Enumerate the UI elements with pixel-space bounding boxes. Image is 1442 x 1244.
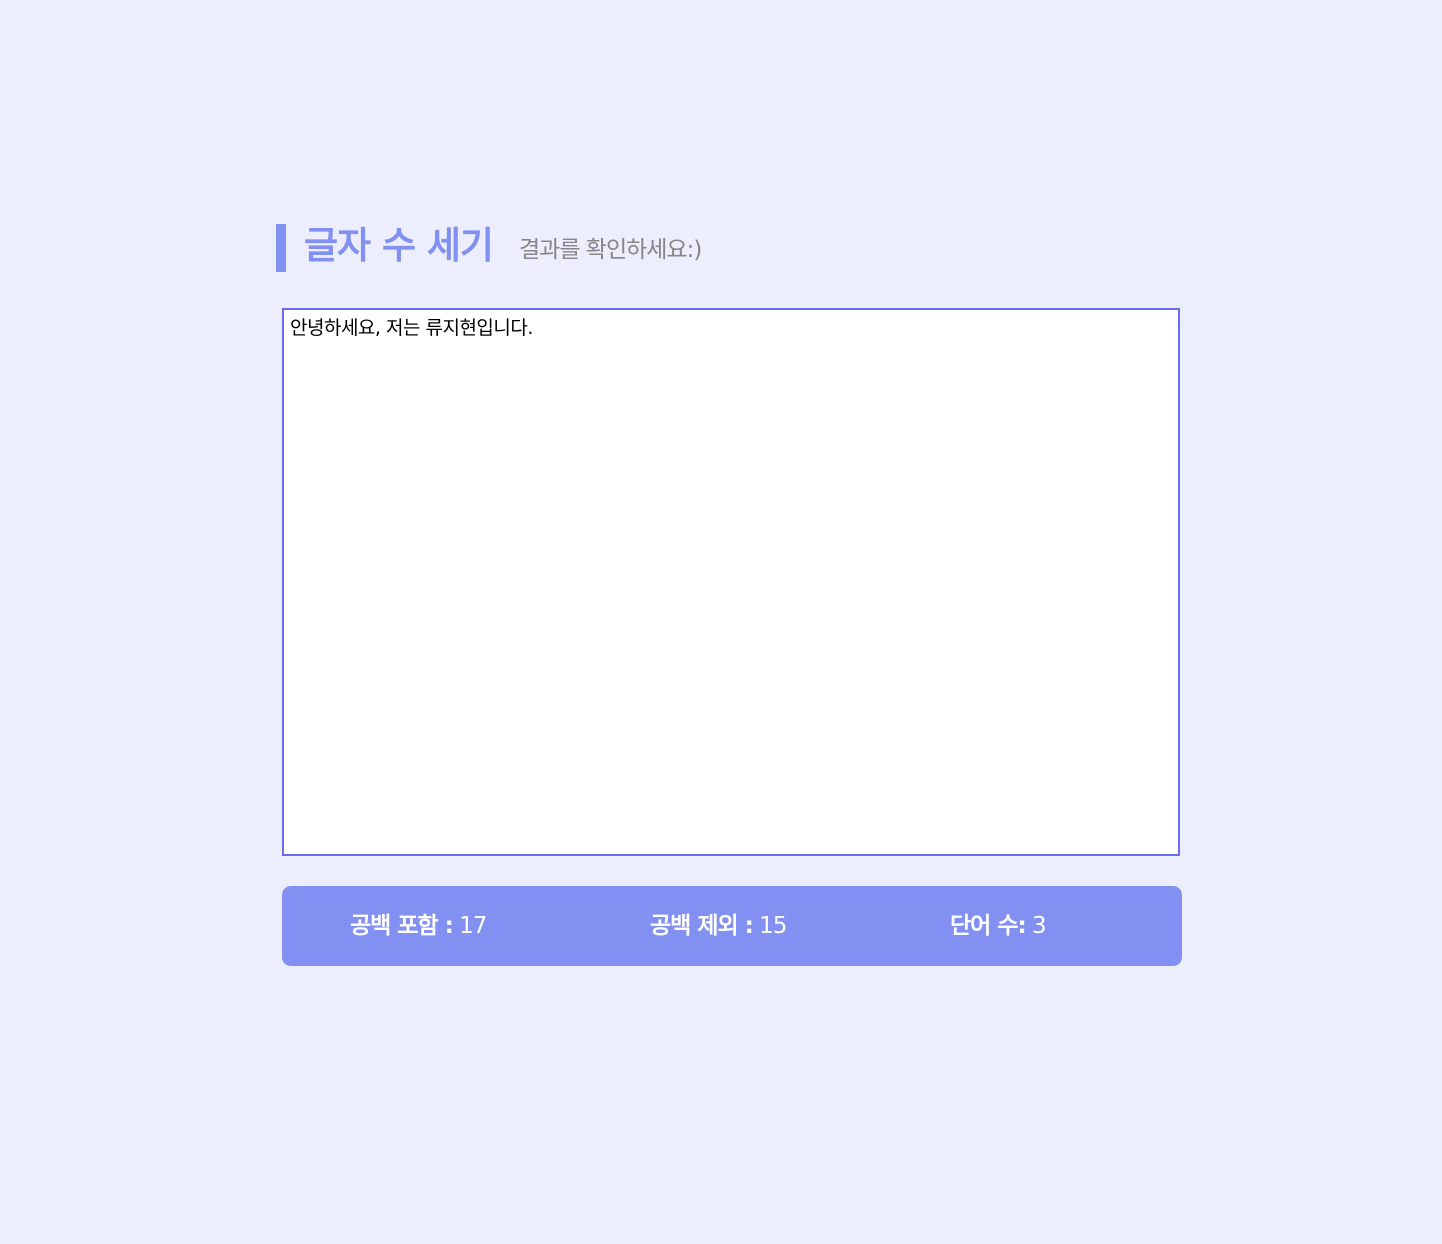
stat-word-count-label: 단어 수: [950,913,1027,939]
page-subtitle: 결과를 확인하세요:) [519,237,702,263]
stat-with-spaces-label: 공백 포함 : [350,913,454,939]
stats-panel: 공백 포함 : 17 공백 제외 : 15 단어 수: 3 [282,886,1182,966]
text-input-area[interactable]: 안녕하세요, 저는 류지현입니다. [282,308,1180,856]
stat-with-spaces: 공백 포함 : 17 [350,886,487,966]
stat-word-count-value: 3 [1032,913,1047,939]
page-title: 글자 수 세기 [304,224,494,267]
stat-without-spaces: 공백 제외 : 15 [650,886,787,966]
stat-without-spaces-value: 15 [759,913,787,939]
stat-with-spaces-value: 17 [459,913,487,939]
title-accent-bar [276,224,286,272]
stat-word-count: 단어 수: 3 [950,886,1047,966]
stat-without-spaces-label: 공백 제외 : [650,913,754,939]
